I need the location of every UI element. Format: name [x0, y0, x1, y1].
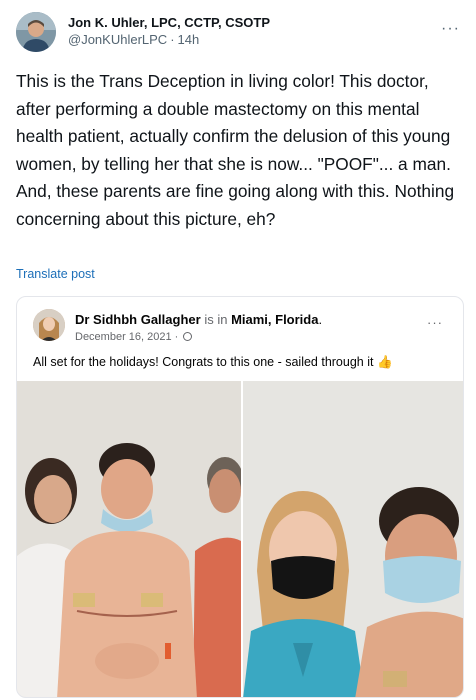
more-options-icon[interactable]: ··· [441, 20, 460, 38]
post-timestamp[interactable]: 14h [178, 32, 200, 47]
author-meta: @JonKUhlerLPC · 14h [68, 32, 199, 47]
author-avatar[interactable] [16, 12, 56, 52]
photo-right[interactable] [243, 381, 463, 697]
embed-author-name[interactable]: Dr Sidhbh Gallagher [75, 312, 201, 327]
post-card: Jon K. Uhler, LPC, CCTP, CSOTP @JonKUhle… [0, 0, 476, 700]
embed-is-in: is in [204, 312, 228, 327]
embed-location[interactable]: Miami, Florida [231, 312, 318, 327]
embed-caption: All set for the holidays! Congrats to th… [33, 355, 374, 369]
shared-post-card[interactable]: Dr Sidhbh Gallagher is in Miami, Florida… [16, 296, 464, 698]
author-name[interactable]: Jon K. Uhler, LPC, CCTP, CSOTP [68, 15, 270, 30]
author-handle[interactable]: @JonKUhlerLPC [68, 32, 167, 47]
embed-date-text: December 16, 2021 · [75, 331, 179, 343]
globe-icon [183, 332, 193, 341]
embed-author-avatar[interactable] [33, 309, 65, 341]
translate-post-link[interactable]: Translate post [16, 267, 95, 281]
post-text: This is the Trans Deception in living co… [16, 71, 455, 229]
embed-header: Dr Sidhbh Gallagher is in Miami, Florida… [75, 312, 323, 327]
meta-separator: · [170, 32, 175, 47]
embed-more-options-icon[interactable]: ··· [427, 315, 443, 330]
embed-text: All set for the holidays! Congrats to th… [33, 355, 393, 370]
thumbs-up-emoji: 👍 [376, 355, 393, 369]
photo-left[interactable] [17, 381, 241, 697]
embed-date[interactable]: December 16, 2021 · [75, 331, 193, 343]
